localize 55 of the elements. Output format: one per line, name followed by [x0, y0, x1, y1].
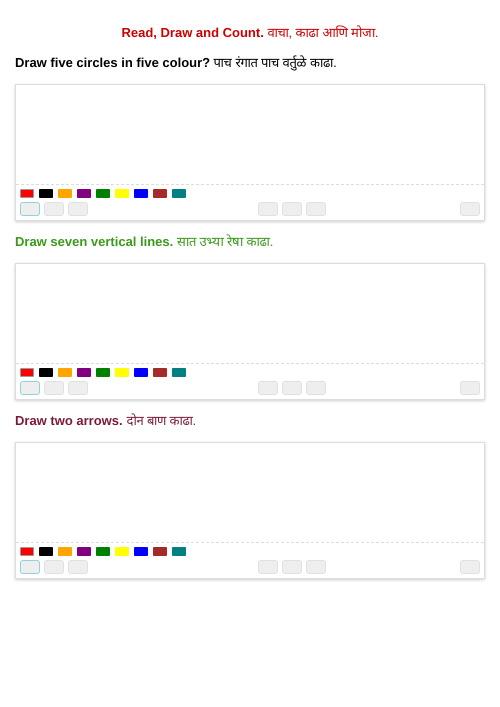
tool-button[interactable]	[306, 560, 326, 574]
color-swatch[interactable]	[172, 547, 186, 556]
color-swatch[interactable]	[172, 368, 186, 377]
color-swatch[interactable]	[153, 547, 167, 556]
color-swatch[interactable]	[77, 547, 91, 556]
drawing-canvas[interactable]	[16, 85, 484, 185]
question-text: Draw seven vertical lines. सात उभ्या रेषा काढा.	[15, 233, 274, 251]
color-swatch[interactable]	[58, 368, 72, 377]
tool-button[interactable]	[68, 381, 88, 395]
tool-button[interactable]	[258, 202, 278, 216]
tool-button[interactable]	[306, 202, 326, 216]
color-swatch[interactable]	[115, 547, 129, 556]
color-swatch[interactable]	[39, 368, 53, 377]
color-swatch[interactable]	[20, 547, 34, 556]
color-swatch[interactable]	[39, 189, 53, 198]
color-swatch[interactable]	[134, 368, 148, 377]
tool-button[interactable]	[20, 381, 40, 395]
color-swatch[interactable]	[58, 547, 72, 556]
color-swatch[interactable]	[153, 189, 167, 198]
drawing-canvas[interactable]	[16, 443, 484, 543]
tool-button[interactable]	[460, 560, 480, 574]
color-swatch[interactable]	[39, 547, 53, 556]
color-swatch[interactable]	[172, 189, 186, 198]
color-swatch[interactable]	[20, 189, 34, 198]
color-swatch[interactable]	[20, 368, 34, 377]
tool-button[interactable]	[20, 560, 40, 574]
color-swatch[interactable]	[96, 368, 110, 377]
color-swatch[interactable]	[96, 189, 110, 198]
question-text: Draw two arrows. दोन बाण काढा.	[15, 412, 198, 430]
tool-button[interactable]	[44, 560, 64, 574]
tool-button[interactable]	[44, 381, 64, 395]
tool-button[interactable]	[44, 202, 64, 216]
tool-button[interactable]	[460, 202, 480, 216]
tool-button[interactable]	[20, 202, 40, 216]
color-swatch[interactable]	[115, 189, 129, 198]
tool-button[interactable]	[258, 381, 278, 395]
color-swatch[interactable]	[134, 189, 148, 198]
color-swatch[interactable]	[153, 368, 167, 377]
tool-button[interactable]	[282, 560, 302, 574]
question-text: Draw five circles in five colour? पाच रंगात पाच वर्तुळे काढा.	[15, 54, 338, 72]
color-swatch[interactable]	[77, 368, 91, 377]
color-swatch[interactable]	[115, 368, 129, 377]
color-swatch[interactable]	[96, 547, 110, 556]
tool-button[interactable]	[68, 560, 88, 574]
color-swatch[interactable]	[77, 189, 91, 198]
worksheet-title: Read, Draw and Count. वाचा, काढा आणि मोजा.	[120, 24, 380, 42]
tool-button[interactable]	[68, 202, 88, 216]
drawing-canvas[interactable]	[16, 264, 484, 364]
tool-button[interactable]	[258, 560, 278, 574]
color-swatch[interactable]	[134, 547, 148, 556]
tool-button[interactable]	[282, 381, 302, 395]
color-swatch[interactable]	[58, 189, 72, 198]
tool-button[interactable]	[460, 381, 480, 395]
tool-button[interactable]	[282, 202, 302, 216]
tool-button[interactable]	[306, 381, 326, 395]
